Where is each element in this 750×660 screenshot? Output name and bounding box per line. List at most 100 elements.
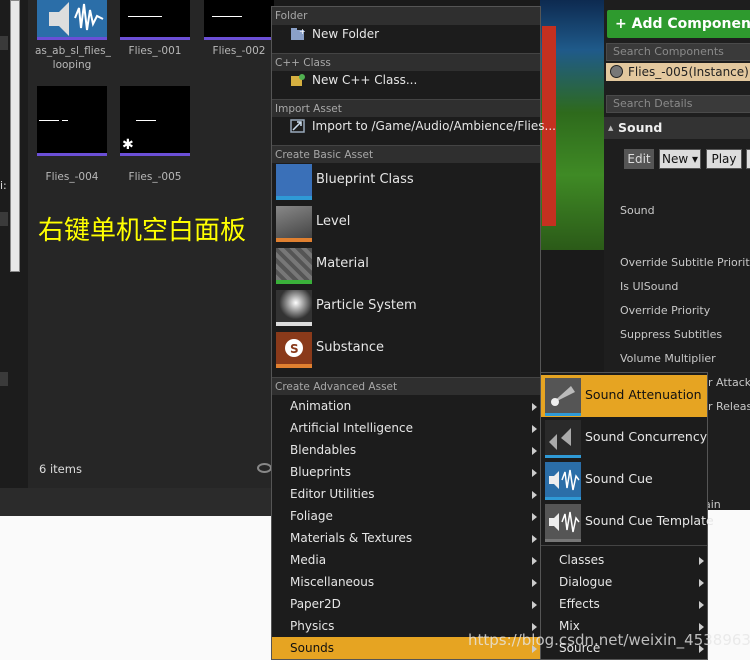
menu-label: Import to /Game/Audio/Ambience/Flies... [312,119,556,133]
chevron-right-icon [699,557,704,565]
search-details-input[interactable]: Search Details [606,95,750,113]
menu-foliage[interactable]: Foliage [272,505,540,527]
sidebar-marker [0,372,8,386]
search-components-input[interactable]: Search Components [606,43,750,61]
asset-tile[interactable]: Flies_-002 [202,0,276,58]
chevron-right-icon [532,579,537,587]
sound-section-header[interactable]: Sound [604,117,750,139]
divider [541,545,707,546]
blueprint-icon [276,164,312,200]
menu-label: Effects [559,597,600,611]
menu-label: Editor Utilities [290,487,375,501]
speaker-icon [49,2,104,36]
asset-tile[interactable]: Flies_-001 [118,0,192,58]
menu-label: Particle System [316,298,417,313]
asset-name: Flies_-001 [128,45,182,57]
prop-label: Override Subtitle Priority [620,256,750,269]
play-button[interactable]: Play [706,149,742,169]
import-icon [290,119,305,133]
menu-sound-concurrency[interactable]: Sound Concurrency [541,417,707,459]
menu-level[interactable]: Level [272,203,540,245]
menu-label: Animation [290,399,352,413]
asset-tile[interactable]: Flies_-004 [35,86,109,184]
menu-label: Sound Cue [585,471,653,486]
prop-label: Override Priority [620,304,711,317]
menu-new-cpp-class[interactable]: New C++ Class... [272,69,540,91]
menu-label: Miscellaneous [290,575,375,589]
menu-animation[interactable]: Animation [272,395,540,417]
asset-name: Flies_-005 [128,171,182,183]
menu-effects[interactable]: Effects [541,593,707,615]
menu-label: Sounds [290,641,335,655]
menu-label: Dialogue [559,575,613,589]
menu-sound-cue[interactable]: Sound Cue [541,459,707,501]
chevron-right-icon [532,557,537,565]
vertical-scrollbar[interactable] [10,0,20,272]
menu-media[interactable]: Media [272,549,540,571]
context-menu: Folder + New Folder C++ Class New C++ Cl… [271,6,556,660]
sidebar-marker [0,212,8,226]
menu-sound-cue-template[interactable]: Sound Cue Template [541,501,714,543]
menu-materials-textures[interactable]: Materials & Textures [272,527,540,549]
asset-tile[interactable]: ✱ Flies_-005 [118,86,192,184]
instance-row[interactable]: Flies_-005(Instance) [606,63,750,81]
menu-paper2d[interactable]: Paper2D [272,593,540,615]
particle-icon [276,290,312,326]
new-button[interactable]: New ▾ [659,149,701,169]
sound-wave-thumbnail [37,0,107,40]
chevron-right-icon [532,403,537,411]
sound-cue-template-icon [545,504,581,542]
items-count: 6 items [39,462,82,476]
watermark: https://blog.csdn.net/weixin_45389639 [468,631,750,649]
edit-button[interactable]: Edit [624,149,654,169]
menu-new-folder[interactable]: + New Folder [272,23,540,45]
asset-name: as_ab_sl_flies_ looping [35,45,111,71]
menu-label: Substance [316,340,384,355]
menu-label: Blueprint Class [316,172,414,187]
prop-label: Suppress Subtitles [620,328,723,341]
substance-icon: S [276,332,312,368]
asset-thumbnail: ✱ [120,86,190,156]
svg-text:S: S [290,342,299,356]
sound-attenuation-icon [545,378,581,416]
menu-label: Sound Concurrency [585,429,708,444]
sound-cue-icon [545,462,581,500]
more-button[interactable] [746,149,750,169]
menu-label: Materials & Textures [290,531,413,545]
menu-blueprints[interactable]: Blueprints [272,461,540,483]
chevron-right-icon [532,623,537,631]
menu-artificial-intelligence[interactable]: Artificial Intelligence [272,417,540,439]
svg-text:+: + [299,27,306,36]
menu-sound-attenuation[interactable]: Sound Attenuation [541,375,707,417]
menu-substance[interactable]: S Substance [272,329,540,371]
menu-label: Media [290,553,327,567]
prop-label: Sound [620,204,655,217]
prop-label: Is UISound [620,280,679,293]
menu-material[interactable]: Material [272,245,540,287]
menu-miscellaneous[interactable]: Miscellaneous [272,571,540,593]
add-component-button[interactable]: + Add Component ▾ [607,10,750,38]
prop-label: r Release [708,400,750,413]
menu-label: Physics [290,619,335,633]
menu-editor-utilities[interactable]: Editor Utilities [272,483,540,505]
menu-blendables[interactable]: Blendables [272,439,540,461]
menu-label: New C++ Class... [312,73,418,87]
menu-label: Level [316,214,351,229]
status-strip [0,488,272,516]
chevron-right-icon [699,623,704,631]
menu-import[interactable]: Import to /Game/Audio/Ambience/Flies... [272,115,556,137]
chevron-right-icon [532,601,537,609]
eye-icon[interactable] [257,463,272,473]
menu-label: Material [316,256,369,271]
sounds-submenu: Sound Attenuation Sound Concurrency Soun… [540,372,714,660]
chevron-right-icon [532,513,537,521]
chevron-right-icon [532,535,537,543]
menu-particle-system[interactable]: Particle System [272,287,540,329]
asset-tile[interactable]: as_ab_sl_flies_ looping [35,0,111,72]
prop-label: r Attack [708,376,750,389]
blank-area [0,516,272,660]
menu-blueprint-class[interactable]: Blueprint Class [272,161,540,203]
menu-dialogue[interactable]: Dialogue [541,571,707,593]
menu-classes[interactable]: Classes [541,549,707,571]
asset-thumbnail [204,0,274,40]
